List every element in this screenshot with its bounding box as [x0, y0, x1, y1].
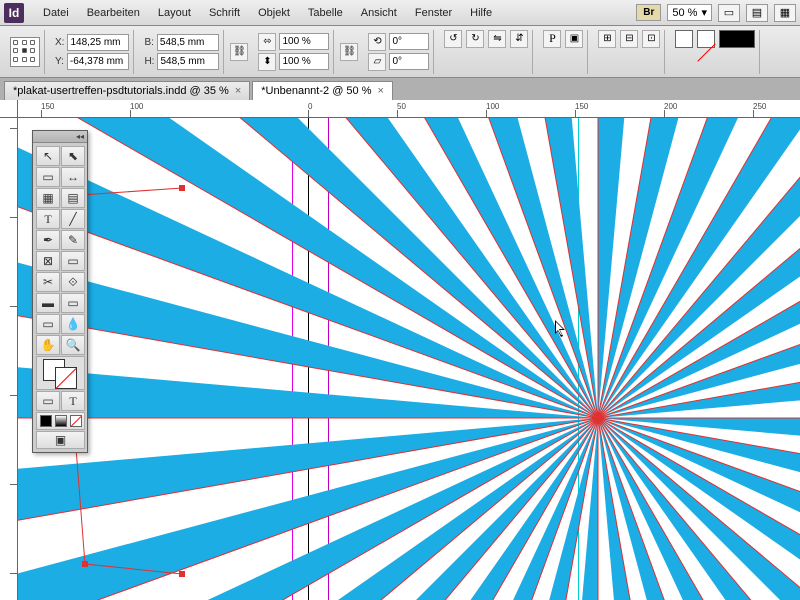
- line-tool[interactable]: ╱: [61, 209, 85, 229]
- rotate-ccw-icon[interactable]: ↺: [444, 30, 462, 48]
- stroke-swatch-wrap[interactable]: [697, 30, 715, 74]
- canvas[interactable]: [18, 118, 800, 600]
- y-label: Y:: [55, 56, 64, 67]
- shear-icon: ▱: [368, 53, 386, 71]
- rectangle-tool[interactable]: ▭: [61, 251, 85, 271]
- menu-item-fenster[interactable]: Fenster: [406, 3, 461, 23]
- bridge-button[interactable]: Br: [636, 4, 661, 21]
- gradient-swatch-tool[interactable]: ▬: [36, 293, 60, 313]
- wrap-icon[interactable]: ▣: [565, 30, 583, 48]
- menu-item-objekt[interactable]: Objekt: [249, 3, 299, 23]
- free-transform-tool[interactable]: ⟐: [61, 272, 85, 292]
- scale-x-input[interactable]: [279, 33, 329, 50]
- screen-mode-icon[interactable]: ▭: [718, 4, 740, 22]
- pencil-tool[interactable]: ✎: [61, 230, 85, 250]
- shear-input[interactable]: [389, 53, 429, 70]
- note-tool[interactable]: ▭: [36, 314, 60, 334]
- view-mode-toggle[interactable]: ▣: [36, 431, 85, 449]
- hand-tool[interactable]: ✋: [36, 335, 60, 355]
- menu-item-schrift[interactable]: Schrift: [200, 3, 249, 23]
- tools-panel-header[interactable]: ◂◂: [33, 131, 87, 143]
- w-label: B:: [144, 37, 153, 48]
- vertical-ruler[interactable]: [0, 118, 18, 600]
- pen-tool[interactable]: ✒: [36, 230, 60, 250]
- rectangle-frame-tool[interactable]: ⊠: [36, 251, 60, 271]
- horizontal-ruler[interactable]: 150100050100150200250: [18, 100, 800, 118]
- tab-label: *Unbenannt-2 @ 50 %: [261, 85, 371, 97]
- tools-panel: ◂◂ ↖ ⬉ ▭ ↔ ▦ ▤ T ╱ ✒ ✎ ⊠ ▭ ✂ ⟐ ▬ ▭ ▭ 💧 ✋…: [32, 130, 88, 453]
- gap-tool[interactable]: ↔: [61, 167, 85, 187]
- menu-item-ansicht[interactable]: Ansicht: [352, 3, 406, 23]
- page-tool[interactable]: ▭: [36, 167, 60, 187]
- rotate-input[interactable]: [389, 33, 429, 50]
- x-input[interactable]: [67, 34, 129, 51]
- collapse-arrows-icon: ◂◂: [76, 132, 84, 141]
- fill-swatch[interactable]: [675, 30, 693, 48]
- content-tool-1[interactable]: ▦: [36, 188, 60, 208]
- zoom-level-dropdown[interactable]: 50 % ▾: [667, 4, 712, 21]
- tab-label: *plakat-usertreffen-psdtutorials.indd @ …: [13, 85, 229, 97]
- align-icon-2[interactable]: ⊟: [620, 30, 638, 48]
- workspace: 150100050100150200250: [0, 100, 800, 600]
- align-icon-3[interactable]: ⊡: [642, 30, 660, 48]
- eyedropper-tool[interactable]: 💧: [61, 314, 85, 334]
- close-icon[interactable]: ×: [235, 85, 241, 97]
- height-input[interactable]: [157, 53, 219, 70]
- content-tool-2[interactable]: ▤: [61, 188, 85, 208]
- menu-bar: Id DateiBearbeitenLayoutSchriftObjektTab…: [0, 0, 800, 26]
- formatting-container-icon[interactable]: ▭: [36, 391, 60, 411]
- constrain-link-icon[interactable]: ⛓: [230, 43, 248, 61]
- scale-y-input[interactable]: [279, 53, 329, 70]
- y-input[interactable]: [67, 53, 129, 70]
- menu-item-layout[interactable]: Layout: [149, 3, 200, 23]
- chevron-down-icon: ▾: [701, 6, 707, 19]
- control-bar: X: Y: B: H: ⛓ ⬄ ⬍ ⛓ ⟲ ▱ ↺ ↻ ⇋ ⇵ P ▣ ⊞ ⊟ …: [0, 26, 800, 78]
- menu-item-tabelle[interactable]: Tabelle: [299, 3, 352, 23]
- scissors-tool[interactable]: ✂: [36, 272, 60, 292]
- reference-point-selector[interactable]: [10, 37, 40, 67]
- document-tab[interactable]: *plakat-usertreffen-psdtutorials.indd @ …: [4, 81, 250, 100]
- width-input[interactable]: [157, 34, 219, 51]
- stroke-weight[interactable]: [719, 30, 755, 48]
- align-icon-1[interactable]: ⊞: [598, 30, 616, 48]
- h-label: H:: [144, 56, 154, 67]
- paragraph-style-icon[interactable]: P: [543, 30, 561, 48]
- rotate-icon: ⟲: [368, 33, 386, 51]
- close-icon[interactable]: ×: [378, 85, 384, 97]
- document-tabs: *plakat-usertreffen-psdtutorials.indd @ …: [0, 78, 800, 100]
- document-tab[interactable]: *Unbenannt-2 @ 50 % ×: [252, 81, 393, 100]
- menu-item-datei[interactable]: Datei: [34, 3, 78, 23]
- rotate-cw-icon[interactable]: ↻: [466, 30, 484, 48]
- mouse-cursor: [555, 320, 567, 338]
- direct-selection-tool[interactable]: ⬉: [61, 146, 85, 166]
- view-options-icon[interactable]: ▦: [774, 4, 796, 22]
- menu-right-cluster: Br 50 % ▾ ▭ ▤ ▦: [636, 4, 796, 22]
- gradient-feather-tool[interactable]: ▭: [61, 293, 85, 313]
- fill-stroke-proxy[interactable]: [36, 356, 85, 390]
- app-icon: Id: [4, 3, 24, 23]
- flip-v-icon[interactable]: ⇵: [510, 30, 528, 48]
- flip-h-icon[interactable]: ⇋: [488, 30, 506, 48]
- scale-x-icon: ⬄: [258, 33, 276, 51]
- zoom-value: 50 %: [672, 7, 697, 19]
- reference-point-group: [6, 30, 45, 74]
- color-mode-row[interactable]: [36, 412, 85, 430]
- selection-tool[interactable]: ↖: [36, 146, 60, 166]
- arrange-icon[interactable]: ▤: [746, 4, 768, 22]
- formatting-text-icon[interactable]: T: [61, 391, 85, 411]
- type-tool[interactable]: T: [36, 209, 60, 229]
- menu-item-hilfe[interactable]: Hilfe: [461, 3, 501, 23]
- zoom-tool[interactable]: 🔍: [61, 335, 85, 355]
- ruler-origin[interactable]: [0, 100, 18, 118]
- menu-item-bearbeiten[interactable]: Bearbeiten: [78, 3, 149, 23]
- scale-y-icon: ⬍: [258, 53, 276, 71]
- starburst-artwork[interactable]: [18, 118, 800, 600]
- x-label: X:: [55, 37, 64, 48]
- constrain-scale-icon[interactable]: ⛓: [340, 43, 358, 61]
